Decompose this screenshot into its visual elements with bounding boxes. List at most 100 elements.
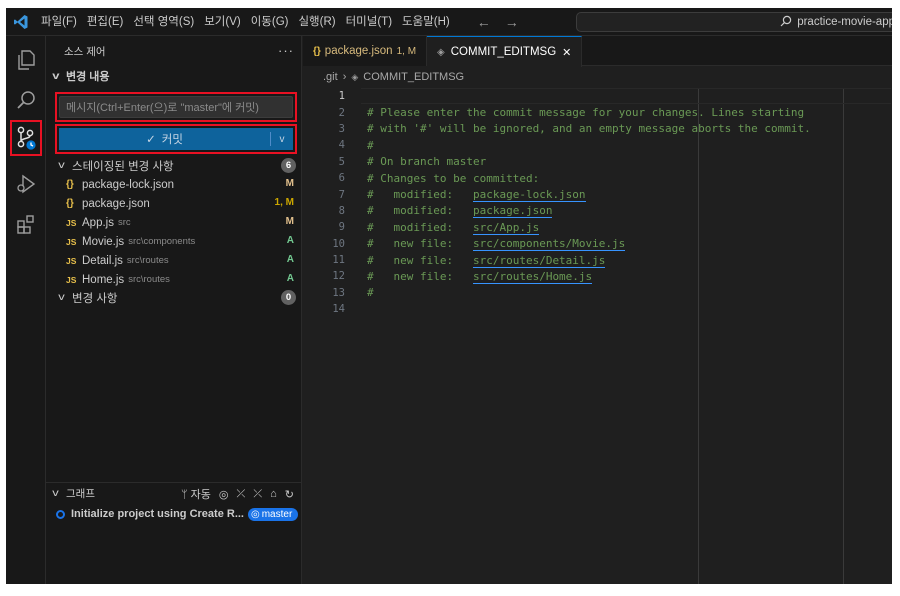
refresh-icon[interactable]: ↻ — [285, 488, 294, 501]
fetch-icon[interactable]: ⤫ — [237, 488, 246, 501]
file-link[interactable]: src/App.js — [472, 220, 540, 235]
target-icon: ◎ — [250, 508, 260, 520]
staged-file-item[interactable]: JS Detail.js src\routes A — [46, 251, 302, 270]
menu-item[interactable]: 파일(F) — [36, 8, 82, 36]
staged-file-item[interactable]: {} package.json 1, M — [46, 194, 302, 213]
code-line: 11 # new file: src/routes/Detail.js — [303, 252, 892, 268]
search-view-icon[interactable] — [6, 80, 46, 120]
code-line: 13 # — [303, 285, 892, 301]
file-path: src\routes — [126, 255, 169, 266]
graph-section-header[interactable]: v 그래프 ᛘ 자동 ◎ ⤫ ⤫ ⌂ ↻ — [46, 482, 302, 504]
close-icon[interactable]: ✕ — [562, 46, 571, 59]
comment-prefix: # new file: — [367, 269, 473, 283]
commit-message-input[interactable]: 메시지(Ctrl+Enter(으)로 "master"에 커밋) — [59, 96, 293, 118]
changes-section-header[interactable]: v 변경 내용 — [46, 66, 109, 86]
code-text: # modified: package.json — [367, 204, 553, 219]
comment-prefix: # new file: — [367, 253, 473, 267]
file-status: A — [286, 254, 294, 265]
source-control-icon[interactable] — [10, 120, 42, 156]
menu-item[interactable]: 편집(E) — [82, 8, 129, 36]
source-control-sidebar: 소스 제어 ··· v 변경 내용 메시지(Ctrl+Enter(으)로 "ma… — [46, 36, 302, 584]
menu-item[interactable]: 실행(R) — [293, 8, 340, 36]
back-arrow-icon[interactable]: ← — [477, 14, 491, 30]
line-number: 4 — [338, 139, 345, 152]
staged-file-item[interactable]: JS Movie.js src\components A — [46, 232, 302, 251]
menu-bar: 파일(F) 편집(E) 선택 영역(S) 보기(V) 이동(G) 실행(R) 터미널(T) 도… — [36, 8, 455, 36]
graph-title: 그래프 — [66, 488, 95, 500]
command-center-search[interactable]: practice-movie-app — [576, 12, 892, 32]
file-link[interactable]: src/components/Movie.js — [472, 237, 626, 252]
push-icon[interactable]: ⌂ — [270, 488, 277, 500]
chevron-down-icon: v — [58, 160, 65, 171]
tab-commit-editmsg[interactable]: ◈ COMMIT_EDITMSG ✕ — [427, 36, 583, 67]
code-text: # new file: src/components/Movie.js — [367, 237, 626, 252]
file-name: package-lock.json — [82, 178, 175, 191]
sidebar-title-label: 소스 제어 — [64, 45, 106, 58]
branch-badge: ◎ master — [247, 507, 299, 521]
code-line: 14 — [303, 301, 892, 317]
staged-changes-header[interactable]: v 스테이징된 변경 사항 6 — [46, 156, 302, 175]
breadcrumb-file[interactable]: COMMIT_EDITMSG — [363, 71, 464, 83]
tab-badge: 1, M — [396, 45, 417, 57]
code-text: # Please enter the commit message for yo… — [367, 106, 805, 120]
menu-item[interactable]: 보기(V) — [199, 8, 246, 36]
file-name: Detail.js — [82, 254, 123, 267]
pull-icon[interactable]: ⤫ — [253, 488, 262, 501]
file-link[interactable]: src/routes/Home.js — [472, 269, 593, 284]
staged-file-item[interactable]: JS App.js src M — [46, 213, 302, 232]
graph-toolbar: ᛘ 자동 ◎ ⤫ ⤫ ⌂ ↻ — [181, 486, 294, 502]
commit-button[interactable]: ✓ 커밋 v — [59, 128, 293, 150]
json-file-icon: {} — [66, 198, 74, 209]
code-line: 5 # On branch master — [303, 154, 892, 170]
menu-item[interactable]: 이동(G) — [246, 8, 294, 36]
line-number: 12 — [332, 270, 345, 283]
breadcrumb-folder[interactable]: .git — [323, 71, 338, 83]
file-link[interactable]: package.json — [472, 204, 553, 219]
comment-prefix: # modified: — [367, 204, 473, 218]
graph-commit-message: Initialize project using Create R... — [71, 508, 244, 520]
title-bar: 파일(F) 편집(E) 선택 영역(S) 보기(V) 이동(G) 실행(R) 터미널(T) 도… — [6, 8, 892, 36]
graph-commit-row[interactable]: Initialize project using Create R... ◎ m… — [46, 504, 302, 524]
menu-item[interactable]: 선택 영역(S) — [128, 8, 199, 36]
branch-icon: ᛘ — [180, 489, 188, 501]
staged-file-item[interactable]: JS Home.js src\routes A — [46, 270, 302, 289]
line-number: 11 — [332, 254, 345, 267]
forward-arrow-icon[interactable]: → — [505, 14, 519, 30]
file-link[interactable]: package-lock.json — [472, 188, 586, 203]
line-number: 9 — [338, 221, 345, 234]
tab-package-json[interactable]: {} package.json 1, M — [303, 36, 428, 66]
menu-item[interactable]: 터미널(T) — [341, 8, 397, 36]
staged-count-badge: 6 — [281, 158, 296, 173]
file-status: M — [285, 216, 294, 227]
staged-file-item[interactable]: {} package-lock.json M — [46, 175, 302, 194]
commit-dropdown-chevron-icon[interactable]: v — [271, 134, 293, 145]
workspace-name: practice-movie-app — [797, 16, 892, 28]
file-path: src — [117, 217, 131, 228]
code-text: # new file: src/routes/Home.js — [367, 269, 593, 284]
code-text: # — [367, 138, 374, 152]
changes-label: 변경 사항 — [72, 292, 118, 305]
branch-auto-button[interactable]: ᛘ 자동 — [181, 486, 211, 502]
javascript-file-icon: JS — [66, 274, 77, 285]
file-name: package.json — [82, 197, 150, 210]
target-icon[interactable]: ◎ — [219, 488, 229, 501]
changes-header[interactable]: v 변경 사항 0 — [46, 288, 302, 307]
explorer-icon[interactable] — [6, 40, 46, 80]
more-actions-icon[interactable]: ··· — [278, 43, 294, 58]
breadcrumb: .git › ◈ COMMIT_EDITMSG — [303, 67, 892, 87]
menu-item[interactable]: 도움말(H) — [397, 8, 455, 36]
file-name: Home.js — [82, 273, 125, 286]
line-number: 6 — [338, 172, 345, 185]
file-status: A — [286, 273, 294, 284]
code-editor[interactable]: 1 2 # Please enter the commit message for … — [303, 88, 892, 317]
file-path: src\components — [128, 236, 196, 247]
file-link[interactable]: src/routes/Detail.js — [472, 253, 606, 268]
run-debug-icon[interactable] — [6, 164, 46, 204]
extensions-icon[interactable] — [6, 204, 46, 244]
git-file-icon: ◈ — [437, 46, 445, 58]
auto-label: 자동 — [190, 489, 211, 501]
commit-node-icon — [56, 509, 65, 519]
code-line: 4 # — [303, 137, 892, 153]
line-number: 2 — [338, 106, 345, 119]
file-path: src\routes — [128, 274, 170, 285]
